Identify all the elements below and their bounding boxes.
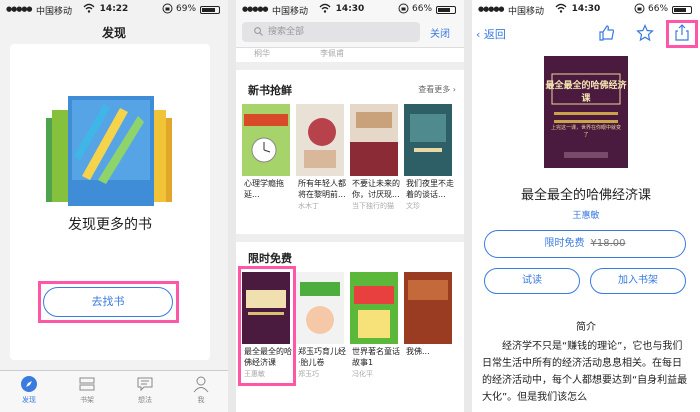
intro-title: 简介 (576, 322, 596, 333)
battery-icon (436, 6, 456, 14)
tab-label: 我 (197, 396, 205, 404)
person-icon (192, 375, 210, 393)
page-title: 发现 (101, 26, 126, 40)
bookshelf-icon (78, 375, 96, 393)
tab-me[interactable]: 我 (176, 375, 226, 405)
store-screen: ●●●●● 中国移动 14:30 66% 搜索全部 关闭 桐华 李佩甫 新书抢鲜 (236, 0, 464, 412)
discover-heading: 发现更多的书 (68, 217, 152, 233)
tab-label: 发现 (22, 396, 36, 404)
tab-thoughts[interactable]: 想法 (120, 375, 170, 405)
book-title: 不要让未来的你，讨厌现... (352, 179, 400, 199)
book-stack-illustration (46, 96, 176, 206)
book-title: 我们夜里不走着的谈话... (406, 179, 454, 199)
book-title: 我佛... (406, 347, 430, 356)
book-author: 水木丁 (298, 202, 319, 210)
discover-screen: ●●●●● 中国移动 14:22 69% 发现 发现更多的书 去找书 发现 书架… (0, 0, 228, 412)
book-cover (296, 104, 344, 176)
book-author: 冯化平 (352, 370, 373, 378)
rotation-lock-icon (634, 3, 645, 17)
new-books-title: 新书抢鲜 (248, 84, 292, 97)
book-author: 当下独行的猫 (352, 202, 394, 210)
original-price: ¥18.00 (590, 238, 626, 249)
tab-discover[interactable]: 发现 (4, 375, 54, 405)
book-title: 郑玉巧育儿经·胎儿卷 (298, 347, 346, 367)
book-author-link[interactable]: 王惠敏 (472, 208, 700, 221)
book-author: 郑玉巧 (298, 370, 319, 378)
free-download-button[interactable]: 限时免费 ¥18.00 (484, 230, 686, 258)
book-cover (404, 104, 452, 176)
intro-text: 经济学不只是“赚钱的理论”，它也与我们日常生活中所有的经济活动息息相关。在每日的… (482, 341, 688, 403)
highlight-frame (38, 281, 179, 323)
cover-title: 最全最全的哈佛经济课 (545, 81, 627, 104)
rotation-lock-icon (162, 3, 173, 17)
section-divider (236, 234, 464, 242)
search-input[interactable]: 搜索全部 (242, 22, 420, 42)
chevron-right-icon: › (452, 85, 456, 94)
try-read-button[interactable]: 试读 (484, 268, 580, 294)
highlight-frame (238, 266, 296, 386)
book-title: 最全最全的哈佛经济课 (520, 188, 651, 203)
search-header: ●●●●● 中国移动 14:30 66% 搜索全部 关闭 (236, 0, 464, 48)
book-cover (296, 272, 344, 344)
battery-percent: 66% (412, 4, 433, 14)
status-bar: ●●●●● 中国移动 14:30 66% (236, 0, 464, 20)
battery-percent: 69% (176, 4, 197, 14)
close-button[interactable]: 关闭 (430, 25, 450, 40)
book-title: 所有年轻人都将在黎明前... (298, 179, 346, 199)
status-bar: ●●●●● 中国移动 14:22 69% (0, 0, 228, 20)
chevron-left-icon: ‹ (476, 28, 484, 41)
book-author: 文珍 (406, 202, 420, 210)
compass-icon (20, 375, 38, 393)
chat-icon (136, 375, 154, 393)
book-cover (350, 104, 398, 176)
status-bar: ●●●●● 中国移动 14:30 66% (472, 0, 700, 20)
battery-icon (200, 6, 220, 14)
tab-label: 书架 (80, 396, 94, 404)
battery-icon (672, 6, 692, 14)
back-button[interactable]: ‹ 返回 (476, 26, 506, 42)
highlight-frame (666, 20, 698, 48)
buy-label: 限时免费 (544, 238, 585, 249)
book-cover (242, 104, 290, 176)
search-placeholder: 搜索全部 (268, 27, 305, 37)
thumbs-up-icon[interactable] (598, 24, 616, 42)
tab-bookshelf[interactable]: 书架 (62, 375, 112, 405)
stage: ●●●●● 中国移动 14:22 69% 发现 发现更多的书 去找书 发现 书架… (0, 0, 700, 412)
book-detail-screen: ●●●●● 中国移动 14:30 66% ‹ 返回 最全最全的哈佛经济课 上完这… (472, 0, 700, 412)
add-to-shelf-button[interactable]: 加入书架 (590, 268, 686, 294)
prev-author-left: 桐华 (254, 49, 270, 58)
see-more-link[interactable]: 查看更多 › (418, 84, 456, 95)
section-divider (236, 62, 464, 70)
rotation-lock-icon (398, 3, 409, 17)
book-cover (544, 56, 628, 168)
book-title: 世界著名童话故事1 (352, 347, 400, 367)
free-books-title: 限时免费 (248, 252, 292, 265)
book-cover (350, 272, 398, 344)
tab-bar: 发现 书架 想法 我 (0, 370, 228, 412)
cover-subtitle: 上完这一课，世界在你眼中就变了 (550, 125, 621, 138)
tab-label: 想法 (138, 396, 152, 404)
search-icon (254, 27, 263, 36)
book-cover (404, 272, 452, 344)
book-title: 心理学瘾拖延... (244, 179, 284, 199)
battery-percent: 66% (648, 4, 669, 14)
prev-author-right: 李佩甫 (320, 49, 344, 58)
star-icon[interactable] (636, 24, 654, 42)
